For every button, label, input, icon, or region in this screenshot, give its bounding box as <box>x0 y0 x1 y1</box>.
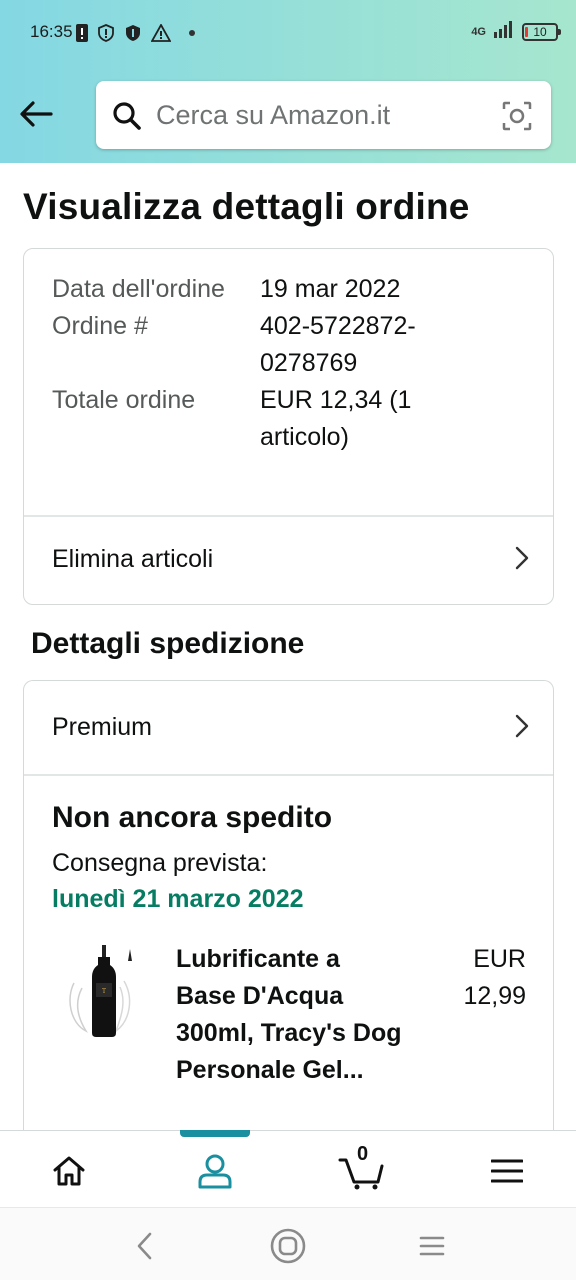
page-title: Visualizza dettagli ordine <box>23 186 470 227</box>
order-info: Data dell'ordine 19 mar 2022 Ordine # 40… <box>52 271 532 456</box>
sim-alert-icon <box>76 24 88 42</box>
product-name-link[interactable]: Lubrificante a Base D'Acqua 300ml, Tracy… <box>176 941 406 1089</box>
status-notification-icons <box>76 22 198 44</box>
system-nav-bar <box>0 1207 576 1280</box>
delivery-date: lunedì 21 marzo 2022 <box>52 885 304 913</box>
warning-icon <box>151 24 171 42</box>
order-number-row: Ordine # 402-5722872-0278769 <box>52 308 532 382</box>
shipment-status: Non ancora spedito <box>52 801 333 834</box>
camera-search-icon[interactable] <box>501 100 533 137</box>
search-input[interactable] <box>156 95 476 135</box>
system-recents-button[interactable] <box>412 1226 452 1266</box>
order-date-label: Data dell'ordine <box>52 275 225 303</box>
shipping-method-link[interactable]: Premium <box>24 681 553 774</box>
nav-home[interactable] <box>44 1149 94 1193</box>
search-icon <box>112 101 142 136</box>
order-date-row: Data dell'ordine 19 mar 2022 <box>52 271 532 308</box>
system-back-button[interactable] <box>124 1226 164 1266</box>
shipping-section-title: Dettagli spedizione <box>31 627 305 660</box>
divider <box>24 774 553 776</box>
svg-text:T: T <box>102 988 106 995</box>
remove-items-link[interactable]: Elimina articoli <box>24 516 553 602</box>
recents-icon <box>419 1236 445 1256</box>
product-image[interactable]: T <box>64 943 146 1043</box>
remove-items-label: Elimina articoli <box>52 544 214 573</box>
status-right: 4G 10 <box>471 20 561 43</box>
order-total-value: EUR 12,34 (1 articolo) <box>260 386 412 451</box>
active-tab-indicator <box>180 1130 250 1137</box>
chevron-right-icon <box>515 714 529 745</box>
search-bar[interactable] <box>96 81 551 149</box>
order-total-label: Totale ordine <box>52 386 196 414</box>
product-price: EUR 12,99 <box>463 945 526 1010</box>
order-number-label: Ordine # <box>52 312 148 340</box>
account-icon <box>198 1154 232 1189</box>
chevron-left-icon <box>137 1232 152 1260</box>
order-number-value: 402-5722872-0278769 <box>260 312 416 377</box>
nav-menu[interactable] <box>482 1149 532 1193</box>
order-summary-card: Data dell'ordine 19 mar 2022 Ordine # 40… <box>23 248 554 605</box>
battery-icon: 10 <box>522 22 561 41</box>
signal-icon <box>494 20 514 43</box>
privacy-icon <box>97 24 115 42</box>
home-icon <box>53 1156 85 1186</box>
home-circle-icon <box>270 1228 306 1264</box>
delivery-label: Consegna prevista: <box>52 849 268 877</box>
shield-icon <box>124 24 142 42</box>
status-bar: 16:35 4G 10 <box>0 0 576 66</box>
order-date-value: 19 mar 2022 <box>260 275 401 303</box>
dot-icon <box>180 24 198 42</box>
arrow-left-icon <box>20 101 53 127</box>
shipping-card: Premium Non ancora spedito Consegna prev… <box>23 680 554 1150</box>
network-type: 4G <box>471 25 486 38</box>
status-time: 16:35 <box>30 22 73 41</box>
nav-cart[interactable]: 0 <box>334 1143 390 1193</box>
nav-account[interactable] <box>190 1149 240 1193</box>
back-button[interactable] <box>14 92 58 136</box>
order-total-row: Totale ordine EUR 12,34 (1 articolo) <box>52 382 532 456</box>
chevron-right-icon <box>515 546 529 577</box>
shipping-method-label: Premium <box>52 713 153 741</box>
bottom-nav: 0 <box>0 1130 576 1207</box>
cart-count: 0 <box>357 1143 369 1165</box>
system-home-button[interactable] <box>268 1226 308 1266</box>
header: 16:35 4G 10 <box>0 0 576 163</box>
menu-icon <box>491 1159 523 1183</box>
